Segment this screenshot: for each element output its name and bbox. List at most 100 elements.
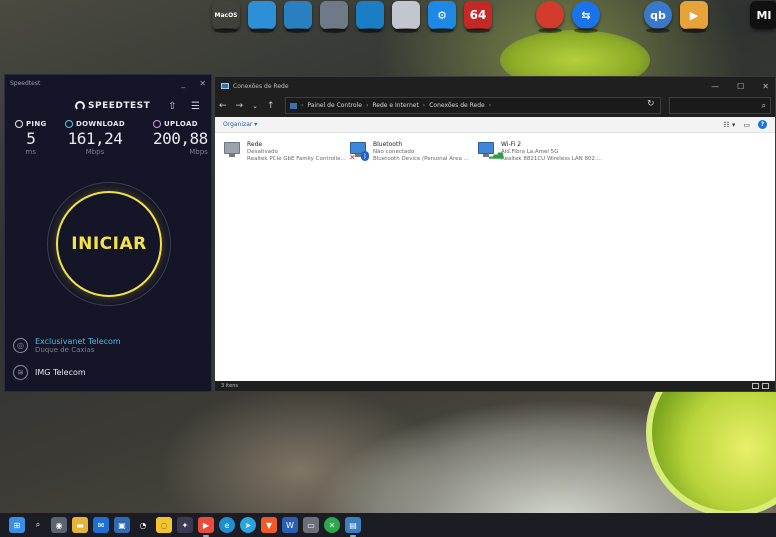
- bluetooth-adapter-icon: ✕ ᛒ: [349, 141, 369, 162]
- adapter-status: Desativado: [247, 149, 279, 155]
- adapter-device: Realtek PCIe GbE Family Controlle...: [247, 156, 346, 162]
- breadcrumb-control-panel[interactable]: Painel de Controle: [307, 102, 362, 109]
- dock-desktop-icon[interactable]: [248, 1, 276, 33]
- dock-aida64-icon[interactable]: 64: [464, 1, 492, 33]
- maximize-icon[interactable]: ☐: [737, 82, 744, 91]
- xbox-icon[interactable]: ✕: [324, 517, 340, 533]
- breadcrumb-network-internet[interactable]: Rede e Internet: [372, 102, 418, 109]
- window-app-icon[interactable]: ▭: [303, 517, 319, 533]
- telegram-icon[interactable]: ➤: [240, 517, 256, 533]
- speedtest-window-title: Speedtest: [10, 79, 41, 87]
- view-options-icon[interactable]: ☷ ▾: [723, 121, 735, 129]
- large-icons-view-icon[interactable]: [762, 383, 769, 389]
- download-icon: [65, 120, 73, 128]
- adapter-wifi[interactable]: ▂▄▆ Wi-Fi 2 Ald.Fibra La.Amel 5G Realtek…: [477, 141, 602, 162]
- dock-macos-icon[interactable]: MacOS: [212, 1, 240, 33]
- dock-xiaomi-icon[interactable]: mi: [750, 1, 776, 29]
- adapter-name: Bluetooth: [373, 141, 403, 148]
- upload-value: 200,88: [153, 129, 208, 148]
- organize-menu[interactable]: Organizar ▾: [223, 121, 257, 128]
- chat-icon[interactable]: ◌: [156, 517, 172, 533]
- adapter-bluetooth[interactable]: ✕ ᛒ Bluetooth Não conectado Bluetooth De…: [349, 141, 469, 162]
- close-icon[interactable]: ✕: [762, 82, 769, 91]
- explorer-titlebar[interactable]: Conexões de Rede — ☐ ✕: [215, 77, 775, 95]
- settings-sliders-icon[interactable]: ☰: [191, 101, 200, 112]
- start-test-button[interactable]: INICIAR: [56, 191, 162, 297]
- download-value: 161,24: [67, 129, 123, 148]
- share-icon[interactable]: ⇧: [168, 101, 176, 112]
- taskbar: ⊞ ⌕ ◉ ▬ ✉ ▣ ◔ ◌ ✦ ▶ e ➤ ▼ W ▭ ✕ ▤: [0, 513, 776, 537]
- preview-pane-icon[interactable]: ▭: [743, 121, 750, 129]
- help-icon[interactable]: ?: [758, 120, 767, 129]
- adapter-status: Ald.Fibra La.Amel 5G: [501, 149, 559, 155]
- speedtest-titlebar[interactable]: Speedtest _ ✕: [5, 75, 211, 91]
- dock-control-panel-icon[interactable]: [284, 1, 312, 33]
- address-bar[interactable]: › Painel de Controle › Rede e Internet ›…: [285, 97, 661, 114]
- signal-bars-icon: ▂▄▆: [489, 151, 503, 159]
- up-arrow-icon[interactable]: ↑: [267, 101, 275, 111]
- start-ring: INICIAR: [47, 182, 171, 306]
- server-info: ≋ IMG Telecom: [13, 365, 86, 380]
- close-icon[interactable]: ✕: [199, 79, 206, 88]
- minimize-icon[interactable]: _: [181, 79, 185, 88]
- wifi-adapter-icon: ▂▄▆: [477, 141, 503, 161]
- adapter-name: Wi-Fi 2: [501, 141, 522, 148]
- ping-metric: PING 5 ms: [15, 120, 47, 156]
- isp-name[interactable]: Exclusivanet Telecom: [35, 337, 121, 346]
- adapter-device: Realtek 8821CU Wireless LAN 802....: [501, 156, 603, 162]
- explorer-window-title: Conexões de Rede: [233, 82, 289, 90]
- disconnected-x-icon: ✕: [349, 153, 356, 162]
- edge-icon[interactable]: e: [219, 517, 235, 533]
- window-icon: [221, 83, 229, 89]
- refresh-icon[interactable]: ↻: [647, 99, 655, 109]
- dock-app-icon-6[interactable]: [392, 1, 420, 33]
- dock-ccleaner-icon[interactable]: [536, 1, 564, 33]
- back-arrow-icon[interactable]: ←: [219, 101, 227, 111]
- bluetooth-icon: ᛒ: [361, 151, 369, 161]
- ethernet-adapter-icon: [223, 141, 243, 161]
- brave-icon[interactable]: ▼: [261, 517, 277, 533]
- dock-teamviewer-icon[interactable]: ⇆: [572, 1, 600, 33]
- speedtest-window: Speedtest _ ✕ SPEEDTEST ⇧ ☰ PING 5 ms DO…: [4, 74, 212, 392]
- globe-icon: ◎: [13, 338, 28, 353]
- ping-value: 5: [26, 129, 36, 148]
- server-name: IMG Telecom: [35, 368, 86, 377]
- word-icon[interactable]: W: [282, 517, 298, 533]
- minimize-icon[interactable]: —: [711, 82, 719, 91]
- dock-media-player-icon[interactable]: ▶: [680, 1, 708, 33]
- recent-chevron-icon[interactable]: ⌄: [252, 102, 258, 110]
- mail-icon[interactable]: ✉: [93, 517, 109, 533]
- control-panel-icon: [290, 102, 297, 109]
- breadcrumb-network-connections[interactable]: Conexões de Rede: [429, 102, 485, 109]
- speedometer-icon: [75, 101, 85, 111]
- media-icon[interactable]: ▶: [198, 517, 214, 537]
- ping-unit: ms: [25, 148, 36, 156]
- download-metric: DOWNLOAD 161,24 Mbps: [65, 120, 125, 156]
- upload-icon: [153, 120, 161, 128]
- adapter-list: Rede Desativado Realtek PCIe GbE Family …: [215, 133, 775, 383]
- dock-recycle-bin-icon[interactable]: [320, 1, 348, 33]
- dock-settings-icon[interactable]: ⚙: [428, 1, 456, 33]
- search-icon: ⌕: [761, 101, 766, 110]
- dock-qbittorrent-icon[interactable]: qb: [644, 1, 672, 33]
- start-icon[interactable]: ⊞: [9, 517, 25, 533]
- upload-metric: UPLOAD 200,88 Mbps: [153, 120, 208, 156]
- file-explorer-icon[interactable]: ▬: [72, 517, 88, 533]
- photos-icon[interactable]: ▣: [114, 517, 130, 533]
- item-count: 3 itens: [221, 383, 238, 389]
- adapter-ethernet[interactable]: Rede Desativado Realtek PCIe GbE Family …: [223, 141, 346, 162]
- ping-icon: [15, 120, 23, 128]
- search-icon[interactable]: ⌕: [30, 517, 46, 533]
- speedtest-icon[interactable]: ◔: [135, 517, 151, 533]
- download-unit: Mbps: [85, 148, 105, 156]
- camera-icon[interactable]: ◉: [51, 517, 67, 533]
- adapter-device: Bluetooth Device (Personal Area ...: [373, 156, 469, 162]
- network-connections-icon[interactable]: ▤: [345, 517, 361, 537]
- dock-app-icon-5[interactable]: [356, 1, 384, 33]
- details-view-icon[interactable]: [752, 383, 759, 389]
- isp-selector[interactable]: ◎ Exclusivanet Telecom Duque de Caxias: [13, 337, 121, 354]
- widgets-icon[interactable]: ✦: [177, 517, 193, 533]
- forward-arrow-icon[interactable]: →: [236, 101, 244, 111]
- search-input[interactable]: ⌕: [669, 97, 771, 114]
- status-bar: 3 itens: [215, 381, 775, 391]
